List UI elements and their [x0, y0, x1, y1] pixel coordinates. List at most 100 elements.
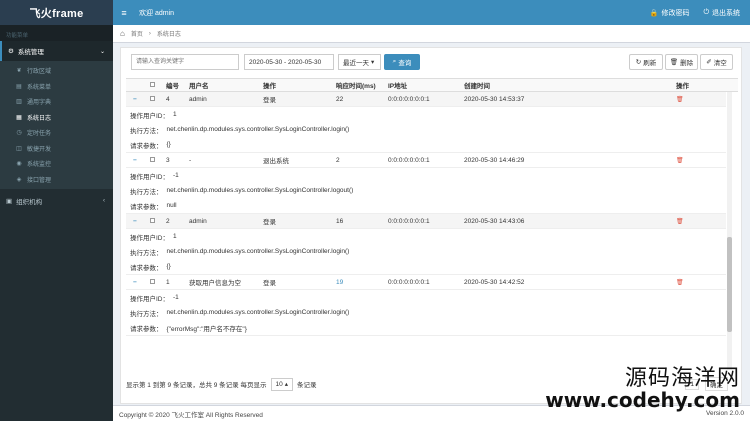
detail-params: {"errorMsg":"用户名不存在"} [166, 325, 247, 333]
detail-params-label: 请求参数： [130, 203, 163, 211]
delete-row-icon[interactable]: 🗑 [676, 96, 684, 103]
version-text: Version 2.0.0 [706, 410, 744, 417]
trash-icon: 🗑 [669, 59, 679, 66]
cell-time: 2020-05-30 14:46:29 [464, 156, 525, 164]
change-password-label: 修改密码 [661, 9, 690, 17]
sidebar-item-monitor[interactable]: ◉ 系统监控 [0, 156, 113, 172]
row-checkbox[interactable] [150, 217, 155, 225]
app-logo-text: 飞火frame [29, 7, 84, 20]
breadcrumb-separator: › [148, 30, 151, 37]
sidebar-item-log[interactable]: ▦ 系统日志 [0, 110, 113, 126]
menu-toggle-icon[interactable]: ≡ [115, 8, 133, 18]
delete-button[interactable]: 🗑 删除 [665, 54, 698, 70]
header-ip[interactable]: IP地址 [388, 80, 407, 90]
delete-row-icon[interactable]: 🗑 [676, 218, 684, 225]
collapse-icon[interactable]: − [133, 157, 137, 164]
clear-button[interactable]: ✐ 清空 [700, 54, 733, 70]
row-detail: 操作用户ID： -1 执行方法： net.chenlin.dp.modules.sy… [126, 168, 726, 214]
clock-icon: ◷ [16, 130, 22, 137]
header-user[interactable]: 用户名 [189, 80, 209, 90]
sidebar-group-system[interactable]: ⚙ 系统管理 ⌄ [0, 41, 113, 61]
sidebar-group-org[interactable]: ▣ 组织机构 ‹ [0, 191, 113, 211]
pagination-summary: 显示第 1 到第 9 条记录，总共 9 条记录 每页显示 [126, 382, 267, 389]
sidebar-group-label: 组织机构 [16, 199, 43, 206]
sidebar-item-dev[interactable]: ◫ 敏捷开发 [0, 141, 113, 157]
detail-params: null [166, 202, 177, 209]
home-icon[interactable]: ⌂ [120, 29, 125, 38]
refresh-icon: ↻ [635, 59, 642, 66]
page-size-select[interactable]: 10 ▴ [270, 377, 293, 391]
date-range-input[interactable] [244, 54, 334, 70]
sidebar-submenu: ❦ 行政区域 ▤ 系统菜单 ▥ 通用字典 ▦ 系统日志 ◷ 定时任务 ◫ 敏捷开发 ◉ 系统监… [0, 61, 113, 189]
row-checkbox[interactable] [150, 278, 155, 286]
range-select[interactable]: 最近一天 ▾ [338, 54, 381, 70]
sidebar-group-label: 系统管理 [17, 49, 44, 56]
header-action: 操作 [676, 83, 689, 90]
header-response-time[interactable]: 响应时间(ms) [336, 80, 376, 90]
table-row[interactable]: − 4 admin 登录 22 0:0:0:0:0:0:0:1 2020-05-… [126, 92, 726, 107]
settings-icon: ⚙ [8, 48, 14, 55]
table-row[interactable]: − 3 - 退出系统 2 0:0:0:0:0:0:0:1 2020-05-30 … [126, 153, 726, 168]
toolbar: 最近一天▾ ⌕查询 ↻刷新 🗑删除 ✐清空 [131, 54, 733, 70]
cell-no: 3 [166, 156, 170, 164]
cell-response-time: 22 [336, 95, 344, 103]
page-number-button[interactable]: 1 [685, 378, 699, 390]
cell-no: 4 [166, 95, 170, 103]
sidebar-item-label: 通用字典 [27, 100, 52, 107]
cell-user: admin [189, 95, 207, 103]
delete-row-icon[interactable]: 🗑 [676, 279, 684, 286]
table-row[interactable]: − 1 获取用户信息为空 登录 19 0:0:0:0:0:0:0:1 2020-… [126, 275, 726, 290]
scrollbar-thumb[interactable] [727, 237, 732, 332]
top-navbar: ≡ 欢迎 admin 🔒 修改密码 ⏻ 退出系统 [113, 0, 750, 25]
query-button[interactable]: ⌕ 查询 [384, 54, 420, 70]
change-password-link[interactable]: 🔒 修改密码 [650, 8, 690, 18]
delete-row-icon[interactable]: 🗑 [676, 157, 684, 164]
app-logo[interactable]: 飞火frame [0, 0, 113, 25]
sidebar-item-label: 系统菜单 [27, 84, 52, 91]
logout-link[interactable]: ⏻ 退出系统 [703, 8, 740, 18]
detail-uid: 1 [173, 111, 177, 118]
header-created-time[interactable]: 创建时间 [464, 80, 490, 90]
page-confirm-button[interactable]: 确定 [705, 377, 728, 391]
cell-ip: 0:0:0:0:0:0:0:1 [388, 278, 430, 286]
cell-response-time: 19 [336, 278, 344, 286]
row-checkbox[interactable] [150, 156, 155, 164]
eraser-icon: ✐ [706, 59, 712, 66]
refresh-button[interactable]: ↻ 刷新 [629, 54, 663, 70]
cell-ip: 0:0:0:0:0:0:0:1 [388, 217, 430, 225]
row-checkbox[interactable] [150, 95, 155, 103]
sidebar: 功能菜单 ⚙ 系统管理 ⌄ ❦ 行政区域 ▤ 系统菜单 ▥ 通用字典 ▦ 系统日志 ◷ 定… [0, 25, 113, 421]
table-scrollbar[interactable] [727, 92, 732, 370]
breadcrumb-home[interactable]: 首页 [131, 29, 143, 38]
detail-method-label: 执行方法： [130, 188, 163, 196]
header-operation[interactable]: 操作 [263, 80, 276, 90]
sidebar-item-label: 敏捷开发 [27, 146, 52, 153]
collapse-icon[interactable]: − [133, 96, 137, 103]
sidebar-item-dict[interactable]: ▥ 通用字典 [0, 94, 113, 110]
log-table: 编号 用户名 操作 响应时间(ms) IP地址 创建时间 操作 − 4 admi… [126, 78, 738, 336]
cell-operation: 登录 [263, 97, 276, 104]
collapse-icon[interactable]: − [133, 218, 137, 225]
select-all-checkbox[interactable] [150, 81, 155, 89]
sidebar-item-region[interactable]: ❦ 行政区域 [0, 63, 113, 79]
detail-method: net.chenlin.dp.modules.sys.controller.Sy… [166, 248, 350, 255]
cell-operation: 登录 [263, 219, 276, 226]
row-detail: 操作用户ID： 1 执行方法： net.chenlin.dp.modules.sys… [126, 107, 726, 153]
logout-icon: ⏻ [703, 8, 709, 16]
cell-response-time: 16 [336, 217, 344, 225]
sidebar-item-api[interactable]: ◈ 接口管理 [0, 172, 113, 188]
sidebar-item-task[interactable]: ◷ 定时任务 [0, 125, 113, 141]
header-no[interactable]: 编号 [166, 80, 179, 90]
detail-method-label: 执行方法： [130, 249, 163, 257]
table-row[interactable]: − 2 admin 登录 16 0:0:0:0:0:0:0:1 2020-05-… [126, 214, 726, 229]
search-input[interactable] [131, 54, 239, 70]
detail-uid-label: 操作用户ID： [130, 173, 169, 181]
detail-uid-label: 操作用户ID： [130, 234, 169, 242]
sidebar-item-label: 行政区域 [27, 69, 52, 76]
detail-uid: -1 [173, 172, 179, 179]
collapse-icon[interactable]: − [133, 279, 137, 286]
chevron-left-icon: ‹ [103, 198, 105, 204]
sidebar-item-menu[interactable]: ▤ 系统菜单 [0, 79, 113, 95]
search-icon: ⌕ [392, 58, 397, 65]
detail-params: {} [166, 141, 171, 148]
